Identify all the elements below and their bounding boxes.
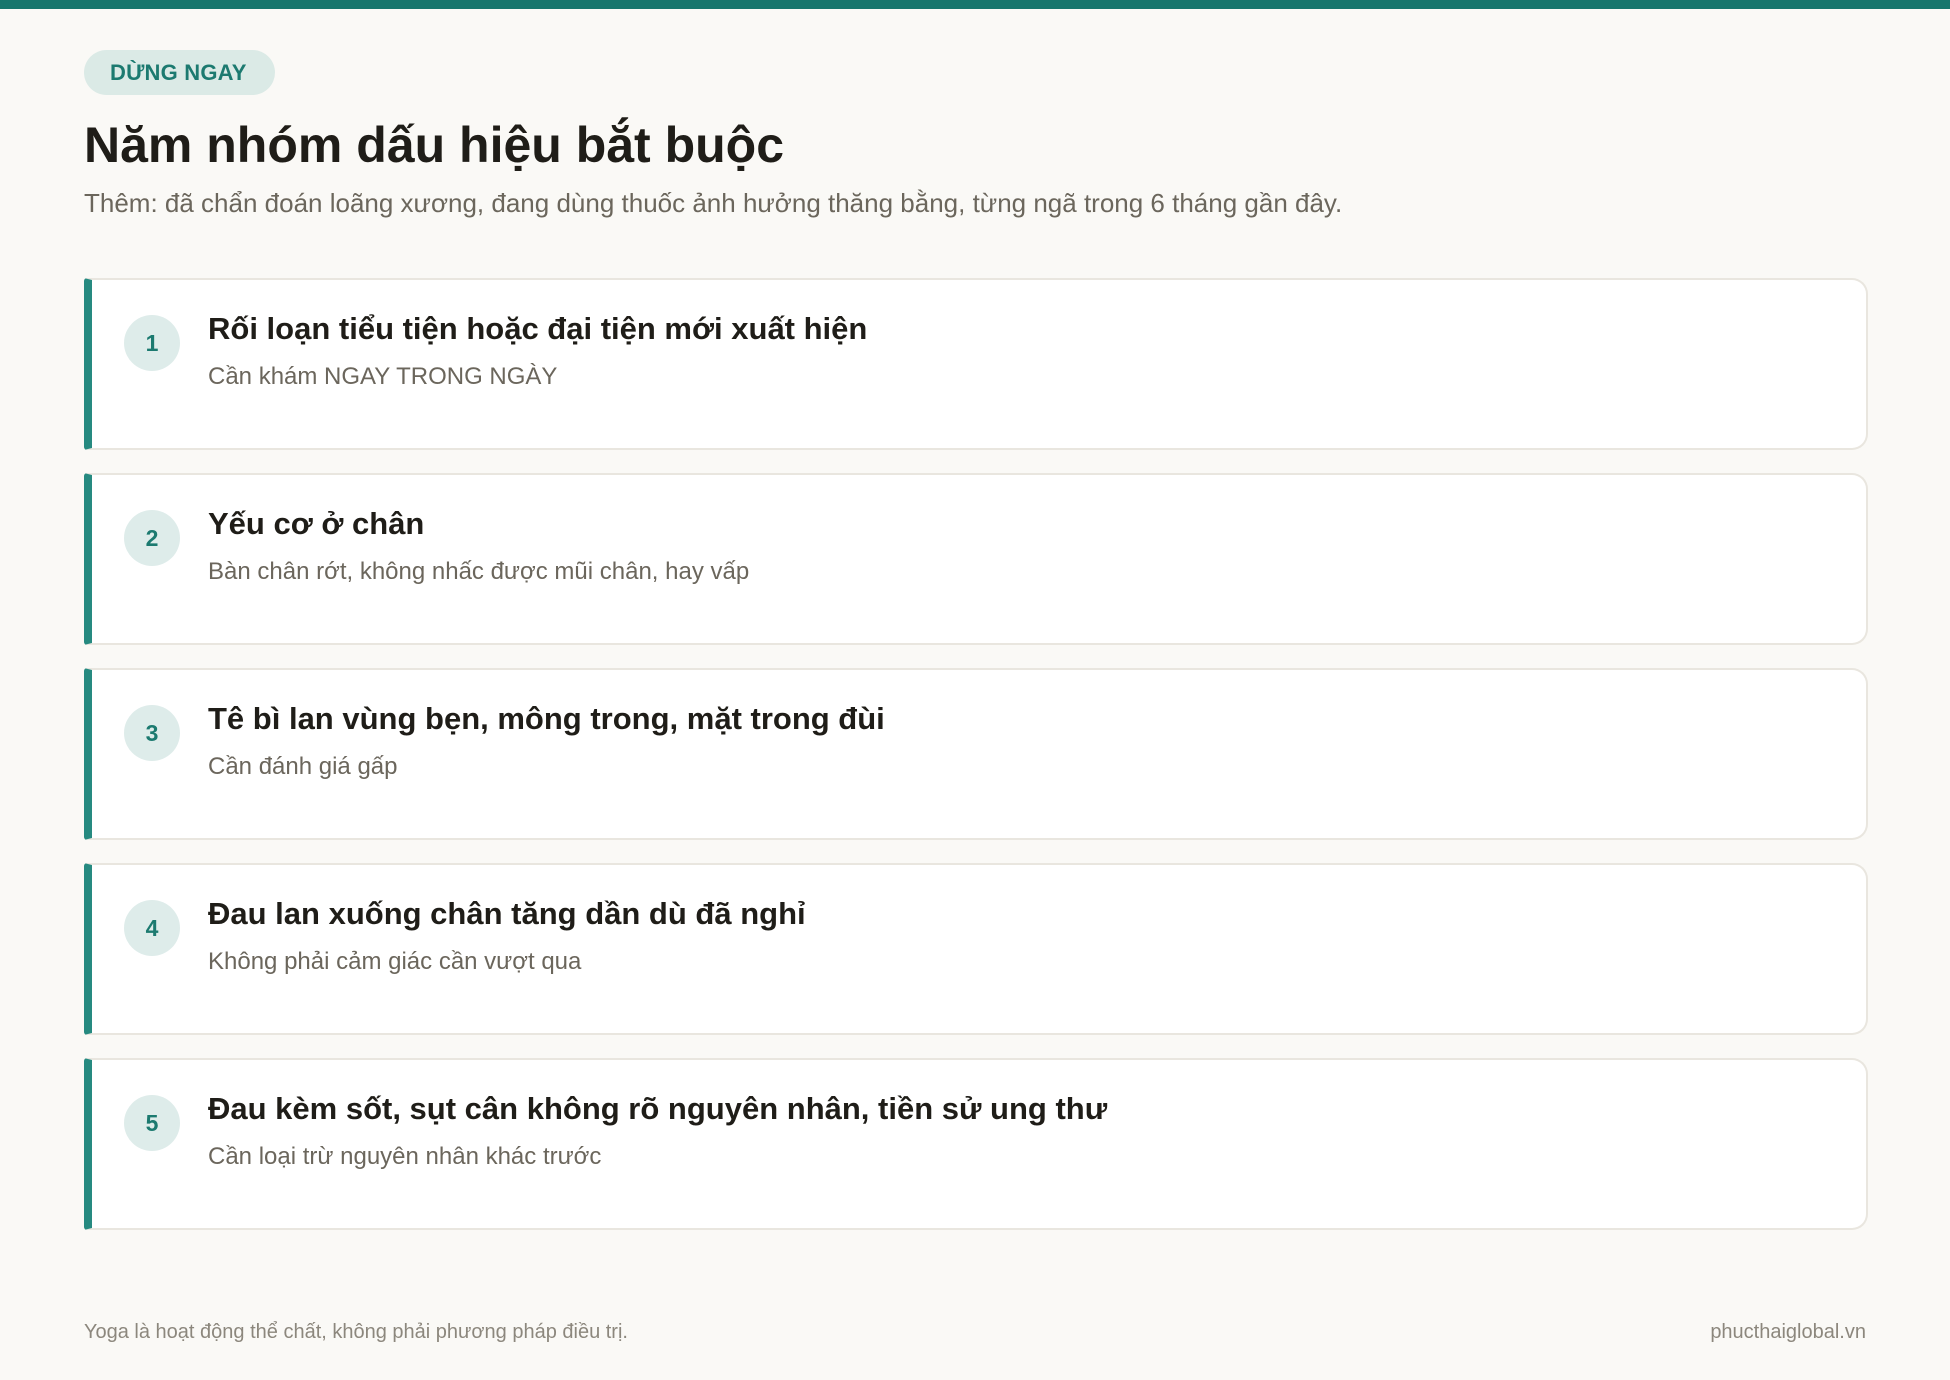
- warning-sign-list: 1 Rối loạn tiểu tiện hoặc đại tiện mới x…: [84, 278, 1868, 1253]
- item-description: Cần loại trừ nguyên nhân khác trước: [208, 1143, 602, 1170]
- status-badge: DỪNG NGAY: [84, 50, 275, 95]
- top-accent-bar: [0, 0, 1950, 9]
- item-description: Không phải cảm giác cần vượt qua: [208, 948, 582, 975]
- footer-site-link[interactable]: phucthaiglobal.vn: [1710, 1321, 1866, 1344]
- item-description: Bàn chân rớt, không nhấc được mũi chân, …: [208, 558, 750, 585]
- item-number-badge: 3: [124, 705, 180, 761]
- item-number-badge: 2: [124, 510, 180, 566]
- list-item: 1 Rối loạn tiểu tiện hoặc đại tiện mới x…: [84, 278, 1868, 450]
- page-subtitle: Thêm: đã chẩn đoán loãng xương, đang dùn…: [84, 188, 1343, 218]
- page-title: Năm nhóm dấu hiệu bắt buộc: [84, 117, 785, 173]
- item-title: Tê bì lan vùng bẹn, mông trong, mặt tron…: [208, 701, 885, 736]
- list-item: 3 Tê bì lan vùng bẹn, mông trong, mặt tr…: [84, 668, 1868, 840]
- footer-disclaimer: Yoga là hoạt động thể chất, không phải p…: [84, 1321, 628, 1343]
- item-number-badge: 1: [124, 315, 180, 371]
- item-number-badge: 4: [124, 900, 180, 956]
- item-title: Đau lan xuống chân tăng dần dù đã nghỉ: [208, 896, 806, 931]
- item-description: Cần đánh giá gấp: [208, 753, 398, 780]
- item-number-badge: 5: [124, 1095, 180, 1151]
- list-item: 2 Yếu cơ ở chân Bàn chân rớt, không nhấc…: [84, 473, 1868, 645]
- item-description: Cần khám NGAY TRONG NGÀY: [208, 363, 558, 390]
- list-item: 5 Đau kèm sốt, sụt cân không rõ nguyên n…: [84, 1058, 1868, 1230]
- item-title: Đau kèm sốt, sụt cân không rõ nguyên nhâ…: [208, 1091, 1108, 1126]
- main-content: DỪNG NGAY Năm nhóm dấu hiệu bắt buộc Thê…: [84, 50, 1868, 1230]
- list-item: 4 Đau lan xuống chân tăng dần dù đã nghỉ…: [84, 863, 1868, 1035]
- item-title: Yếu cơ ở chân: [208, 506, 425, 541]
- item-title: Rối loạn tiểu tiện hoặc đại tiện mới xuấ…: [208, 311, 868, 346]
